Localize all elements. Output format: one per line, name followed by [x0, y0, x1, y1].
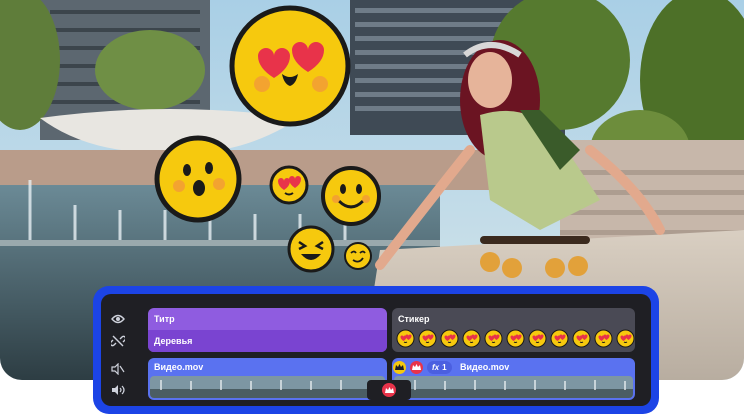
timeline-panel: Титр Деревья Стикер Видео.mov Видео.mov … — [93, 286, 659, 414]
video-track-controls — [101, 358, 135, 400]
speaker-icon[interactable] — [109, 381, 127, 399]
surprised-emoji-icon — [154, 135, 242, 223]
smirk-emoji-icon — [344, 242, 372, 270]
link-off-icon[interactable] — [109, 332, 127, 350]
title-clip-text: Деревья — [154, 336, 193, 346]
transition-crown-icon — [382, 383, 396, 397]
eye-icon[interactable] — [109, 310, 127, 328]
sticker-thumb-icon — [616, 329, 635, 348]
video-clip-2-filmstrip — [394, 376, 633, 398]
sticker-clip[interactable]: Стикер — [392, 308, 635, 352]
video-clip-1[interactable]: Видео.mov — [148, 358, 387, 400]
sticker-thumb-icon — [594, 329, 613, 348]
laughing-emoji-icon — [287, 225, 335, 273]
crown-icon[interactable] — [393, 361, 406, 374]
small-heart-eyes-emoji-icon — [269, 165, 309, 205]
video-clip-2-badges: fx 1 — [393, 361, 452, 374]
timeline-inner: Титр Деревья Стикер Видео.mov Видео.mov … — [101, 294, 651, 406]
video-clip-1-label: Видео.mov — [154, 362, 204, 372]
sticker-thumb-icon — [572, 329, 591, 348]
sticker-thumbnails — [396, 329, 635, 348]
sticker-thumb-icon — [528, 329, 547, 348]
sticker-thumb-icon — [550, 329, 569, 348]
crown-premium-icon[interactable] — [410, 361, 423, 374]
effects-badge[interactable]: fx 1 — [427, 361, 452, 374]
effects-label: fx — [432, 363, 440, 372]
sticker-thumb-icon — [418, 329, 437, 348]
audio-mute-icon[interactable] — [109, 360, 127, 378]
transition-marker[interactable] — [367, 380, 411, 400]
sticker-thumb-icon — [396, 329, 415, 348]
overlay-track-controls — [101, 308, 135, 352]
effects-count: 1 — [442, 363, 447, 372]
sticker-thumb-icon — [462, 329, 481, 348]
sticker-thumb-icon — [440, 329, 459, 348]
title-clip[interactable]: Титр Деревья — [148, 308, 387, 352]
video-clip-1-filmstrip — [150, 376, 385, 398]
video-editor-promo: Титр Деревья Стикер Видео.mov Видео.mov … — [0, 0, 744, 418]
smiling-emoji-icon — [321, 166, 381, 226]
sticker-clip-heading: Стикер — [398, 314, 430, 324]
sticker-thumb-icon — [484, 329, 503, 348]
heart-eyes-emoji-icon — [229, 5, 351, 127]
video-clip-2-label: Видео.mov — [460, 362, 510, 372]
sticker-thumb-icon — [506, 329, 525, 348]
title-clip-heading: Титр — [154, 314, 175, 324]
